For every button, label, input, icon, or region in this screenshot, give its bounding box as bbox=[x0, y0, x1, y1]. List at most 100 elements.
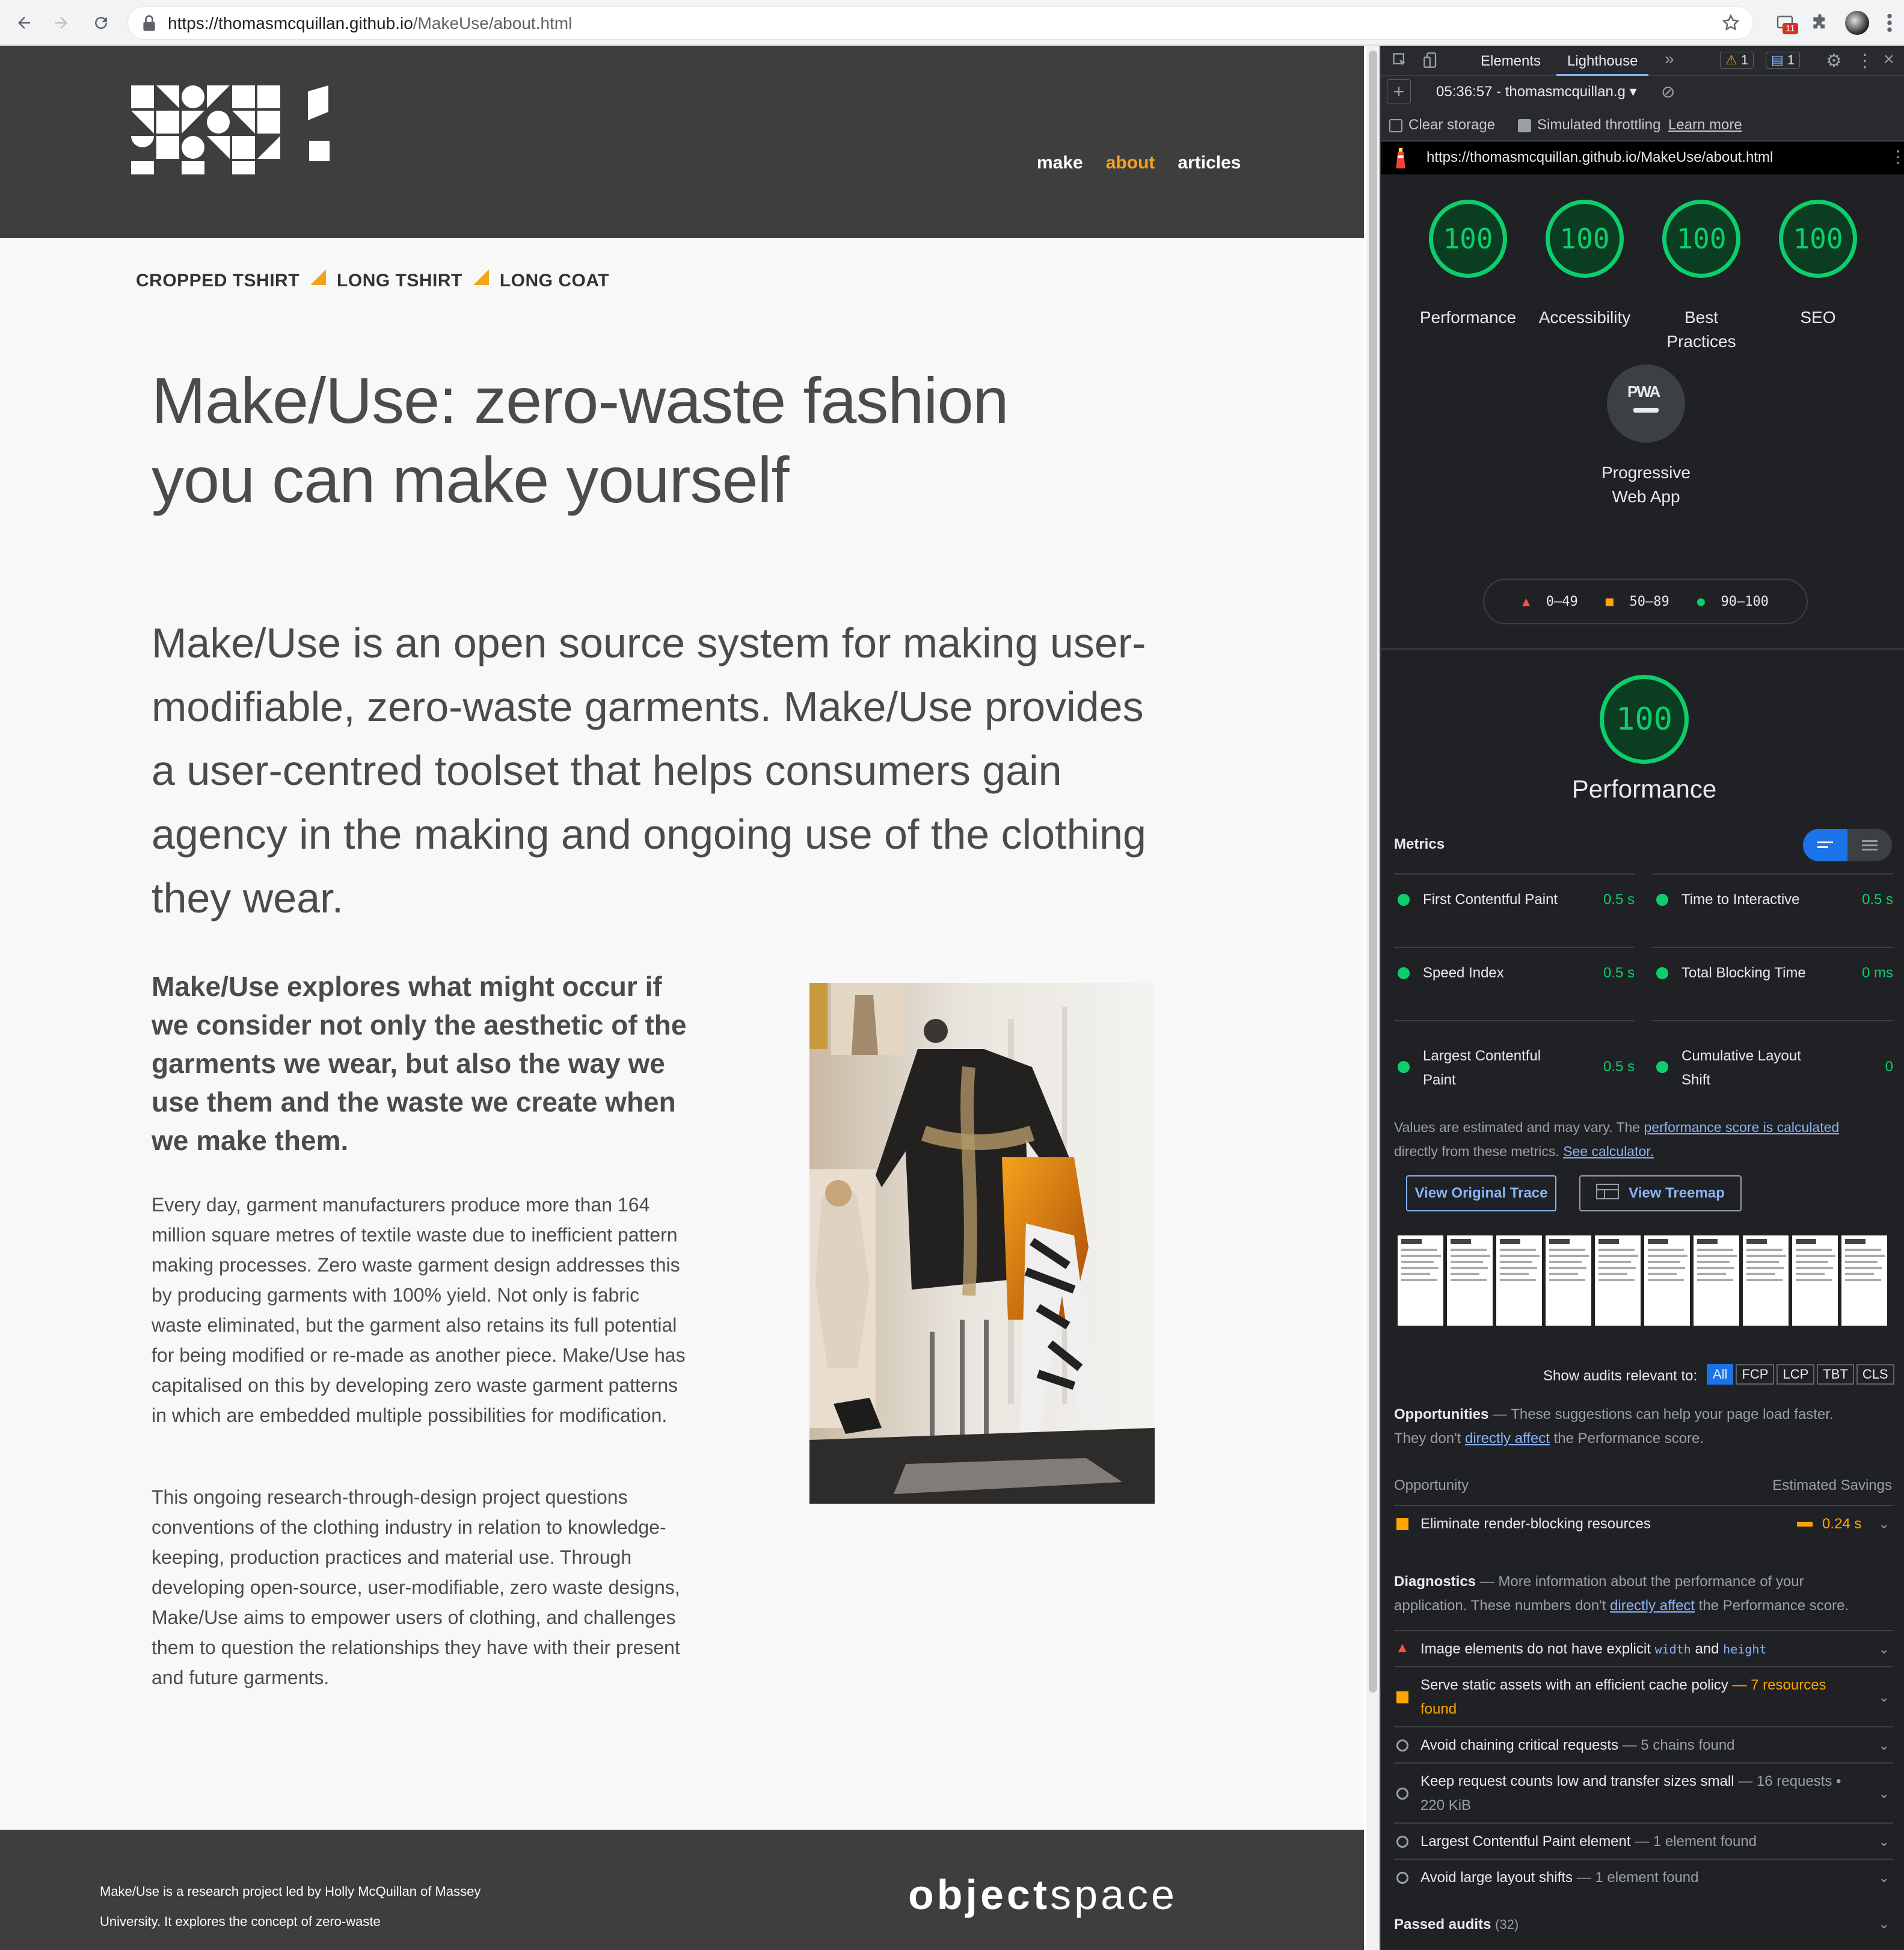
warnings-badge[interactable]: ⚠ 1 bbox=[1720, 52, 1754, 69]
lighthouse-toolbar: + 05:36:57 - thomasmcquillan.g ▾ ⊘ bbox=[1381, 76, 1904, 108]
diag-cache-policy[interactable]: Serve static assets with an efficient ca… bbox=[1394, 1666, 1893, 1726]
category-accessibility[interactable]: 100 bbox=[1546, 200, 1624, 278]
diag-lcp-element[interactable]: Largest Contentful Paint element — 1 ele… bbox=[1394, 1822, 1893, 1859]
crumb-long-tshirt[interactable]: LONG TSHIRT bbox=[337, 271, 462, 291]
diagnostics-header: Diagnostics — More information about the… bbox=[1394, 1573, 1849, 1614]
filter-cls[interactable]: CLS bbox=[1856, 1364, 1894, 1385]
close-devtools-icon[interactable]: × bbox=[1884, 49, 1894, 70]
savings-column-header: Estimated Savings bbox=[1772, 1477, 1892, 1493]
simulated-throttling-checkbox[interactable]: Simulated throttling bbox=[1518, 117, 1660, 134]
sub-lead-paragraph: Make/Use explores what might occur if we… bbox=[152, 971, 687, 1156]
category-seo[interactable]: 100 bbox=[1779, 200, 1857, 278]
chevron-down-icon[interactable]: ⌄ bbox=[1879, 1916, 1890, 1932]
category-label: Best Practices bbox=[1666, 308, 1736, 351]
chevron-down-icon[interactable]: ⌄ bbox=[1879, 1637, 1890, 1661]
extensions-puzzle-icon[interactable] bbox=[1805, 8, 1834, 37]
pass-dot-icon bbox=[1656, 894, 1668, 906]
report-menu-icon[interactable]: ⋮ bbox=[1890, 147, 1904, 167]
messages-badge[interactable]: ▤ 1 bbox=[1766, 52, 1801, 69]
diag-image-dimensions[interactable]: ▲ Image elements do not have explicit wi… bbox=[1394, 1630, 1893, 1666]
browser-menu-icon[interactable] bbox=[1879, 8, 1900, 37]
devtools-tab-bar: Elements Lighthouse » ⚠ 1 ▤ 1 ⚙ ⋮ × bbox=[1381, 46, 1904, 76]
see-calculator-link[interactable]: See calculator. bbox=[1563, 1143, 1654, 1159]
chevron-down-icon[interactable]: ⌄ bbox=[1879, 1866, 1890, 1890]
reload-icon[interactable] bbox=[87, 8, 115, 37]
passed-audits-toggle[interactable]: Passed audits (32) ⌄ bbox=[1394, 1916, 1893, 1933]
site-logo[interactable] bbox=[131, 85, 355, 177]
legend-pass: ● 90–100 bbox=[1697, 594, 1769, 609]
filmstrip-frame bbox=[1546, 1235, 1592, 1326]
chevron-down-icon[interactable]: ⌄ bbox=[1879, 1685, 1890, 1709]
directly-affect-link[interactable]: directly affect bbox=[1610, 1598, 1695, 1614]
back-icon[interactable] bbox=[10, 8, 38, 37]
score-gauge: 100 bbox=[1546, 200, 1624, 278]
lead-paragraph: Make/Use is an open source system for ma… bbox=[152, 620, 1146, 921]
page-scrollbar-thumb[interactable] bbox=[1369, 51, 1377, 1693]
filter-all[interactable]: All bbox=[1707, 1364, 1734, 1385]
address-bar[interactable]: https://thomasmcquillan.github.io/MakeUs… bbox=[127, 6, 1754, 40]
view-treemap-button[interactable]: View Treemap bbox=[1579, 1175, 1742, 1211]
nav-make[interactable]: make bbox=[1037, 153, 1083, 173]
crumb-separator bbox=[473, 269, 489, 285]
notifications-icon[interactable]: 11 bbox=[1770, 8, 1799, 37]
filter-tbt[interactable]: TBT bbox=[1817, 1364, 1854, 1385]
page-scrollbar[interactable] bbox=[1366, 46, 1380, 1950]
category-best-practices[interactable]: 100 bbox=[1662, 200, 1740, 278]
objectspace-logo[interactable]: objectspace bbox=[908, 1871, 1178, 1919]
chevron-down-icon[interactable]: ⌄ bbox=[1879, 1733, 1890, 1758]
forward-icon[interactable] bbox=[47, 8, 76, 37]
settings-gear-icon[interactable]: ⚙ bbox=[1826, 51, 1842, 72]
footer-description: Make/Use is a research project led by Ho… bbox=[100, 1884, 481, 1929]
chevron-down-icon[interactable]: ⌄ bbox=[1879, 1782, 1890, 1806]
filmstrip-frame bbox=[1743, 1235, 1790, 1326]
pwa-badge[interactable]: PWA bbox=[1607, 364, 1685, 443]
directly-affect-link[interactable]: directly affect bbox=[1465, 1430, 1550, 1447]
expanded-view-icon[interactable] bbox=[1847, 829, 1892, 861]
compact-view-icon[interactable] bbox=[1803, 829, 1847, 861]
device-toolbar-icon[interactable] bbox=[1423, 52, 1440, 73]
inspect-element-icon[interactable] bbox=[1392, 52, 1408, 73]
nav-about[interactable]: about bbox=[1106, 153, 1155, 173]
filmstrip-frame bbox=[1496, 1235, 1543, 1326]
report-select[interactable]: 05:36:57 - thomasmcquillan.g ▾ bbox=[1436, 83, 1637, 100]
nav-articles[interactable]: articles bbox=[1178, 153, 1241, 173]
tab-lighthouse[interactable]: Lighthouse bbox=[1556, 46, 1649, 76]
notification-badge: 11 bbox=[1783, 23, 1798, 34]
diag-request-counts[interactable]: Keep request counts low and transfer siz… bbox=[1394, 1762, 1893, 1822]
devtools-menu-icon[interactable]: ⋮ bbox=[1856, 51, 1874, 72]
pass-dot-icon bbox=[1656, 967, 1668, 979]
filmstrip-frame bbox=[1841, 1235, 1888, 1326]
category-performance[interactable]: 100 bbox=[1429, 200, 1507, 278]
crumb-long-coat[interactable]: LONG COAT bbox=[500, 271, 609, 291]
browser-toolbar: https://thomasmcquillan.github.io/MakeUs… bbox=[0, 0, 1904, 46]
metric-speed-index: Speed Index 0.5 s bbox=[1394, 947, 1635, 1020]
learn-more-link[interactable]: Learn more bbox=[1668, 117, 1742, 134]
devtools-panel: Elements Lighthouse » ⚠ 1 ▤ 1 ⚙ ⋮ × + 05… bbox=[1380, 46, 1904, 1950]
chevron-down-icon[interactable]: ⌄ bbox=[1879, 1512, 1890, 1536]
filter-lcp[interactable]: LCP bbox=[1777, 1364, 1815, 1385]
estimate-note: Values are estimated and may vary. The p… bbox=[1394, 1119, 1840, 1159]
garment-breadcrumb: CROPPED TSHIRT LONG TSHIRT LONG COAT bbox=[136, 269, 609, 291]
lighthouse-report: 100 Performance 100 Accessibility 100 Be… bbox=[1381, 174, 1904, 1950]
crumb-cropped-tshirt[interactable]: CROPPED TSHIRT bbox=[136, 271, 299, 291]
body-paragraph-1: Every day, garment manufacturers produce… bbox=[152, 1194, 686, 1426]
score-gauge: 100 bbox=[1429, 200, 1507, 278]
profile-avatar[interactable] bbox=[1843, 8, 1872, 37]
new-report-icon[interactable]: + bbox=[1387, 79, 1411, 103]
opportunity-render-blocking[interactable]: Eliminate render-blocking resources 0.24… bbox=[1394, 1505, 1893, 1541]
filter-fcp[interactable]: FCP bbox=[1736, 1364, 1775, 1385]
diag-layout-shifts[interactable]: Avoid large layout shifts — 1 element fo… bbox=[1394, 1859, 1893, 1895]
tab-elements[interactable]: Elements bbox=[1481, 53, 1541, 70]
score-calculated-link[interactable]: performance score is calculated bbox=[1644, 1119, 1839, 1135]
clear-reports-icon[interactable]: ⊘ bbox=[1661, 82, 1675, 102]
score-gauge: 100 bbox=[1779, 200, 1857, 278]
clear-storage-checkbox[interactable]: Clear storage bbox=[1389, 117, 1495, 134]
circle-icon: ● bbox=[1697, 594, 1705, 609]
view-original-trace-button[interactable]: View Original Trace bbox=[1406, 1175, 1556, 1211]
more-tabs-icon[interactable]: » bbox=[1665, 49, 1674, 69]
chevron-down-icon[interactable]: ⌄ bbox=[1879, 1830, 1890, 1854]
pwa-dash bbox=[1633, 408, 1659, 413]
bookmark-star-icon[interactable] bbox=[1716, 8, 1745, 37]
metrics-view-toggle[interactable] bbox=[1803, 829, 1892, 861]
diag-critical-chains[interactable]: Avoid chaining critical requests — 5 cha… bbox=[1394, 1726, 1893, 1762]
